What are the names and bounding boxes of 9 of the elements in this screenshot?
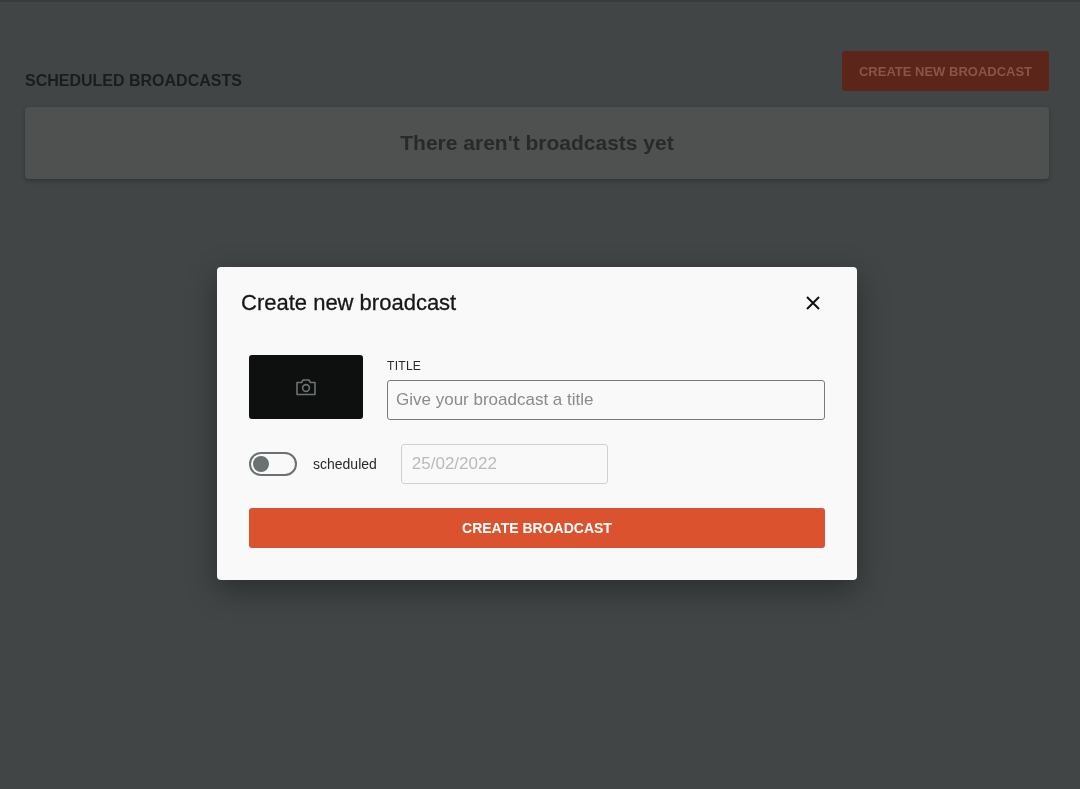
title-label: TITLE <box>387 358 422 374</box>
close-icon <box>805 295 821 311</box>
toggle-label: scheduled <box>313 456 377 472</box>
close-button[interactable] <box>805 295 821 311</box>
title-input-field[interactable]: Give your broadcast a title <box>387 380 825 420</box>
toggle-switch[interactable] <box>249 452 297 476</box>
create-broadcast-button[interactable]: CREATE BROADCAST <box>249 508 825 548</box>
dialog-title: Create new broadcast <box>241 289 457 317</box>
camera-icon <box>296 378 316 396</box>
